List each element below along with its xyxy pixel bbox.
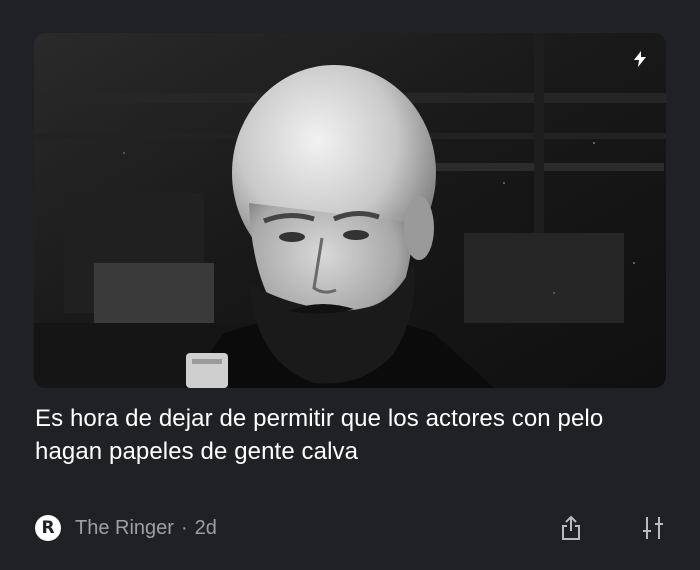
article-image[interactable] (34, 33, 666, 388)
article-headline[interactable]: Es hora de dejar de permitir que los act… (35, 402, 675, 468)
source-logo-letter: R (41, 517, 55, 538)
article-age: 2d (194, 516, 217, 539)
news-card[interactable]: Es hora de dejar de permitir que los act… (0, 0, 700, 570)
source-name[interactable]: The Ringer (75, 517, 174, 540)
share-icon (562, 515, 580, 540)
options-button[interactable] (636, 511, 670, 545)
article-photo (34, 33, 666, 388)
lightning-icon (628, 47, 652, 71)
meta-separator: · (180, 516, 188, 539)
share-button[interactable] (554, 511, 588, 545)
sliders-icon (643, 517, 663, 539)
source-logo: R (35, 515, 61, 541)
article-meta: R The Ringer · 2d (35, 513, 217, 543)
